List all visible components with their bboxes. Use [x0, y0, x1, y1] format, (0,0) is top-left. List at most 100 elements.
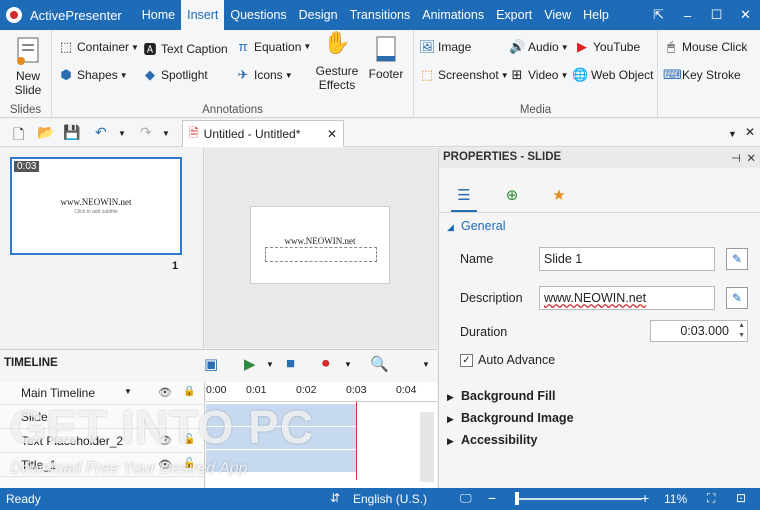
undo-dropdown-icon[interactable]: ▼: [118, 129, 126, 138]
zoom-in-icon[interactable]: +: [641, 490, 649, 506]
mouse-click-button[interactable]: 🖱 Mouse Click: [663, 39, 747, 55]
duration-stepper[interactable]: 0:03.000 ▲ ▼: [650, 320, 748, 342]
timeline-row[interactable]: Slide: [0, 406, 205, 429]
interactivity-tab-icon[interactable]: ★: [548, 186, 570, 208]
background-image-section[interactable]: ▶ Background Image: [447, 411, 574, 425]
language-indicator[interactable]: English (U.S.): [353, 492, 427, 506]
close-tab-icon[interactable]: ✕: [327, 127, 337, 141]
menu-insert[interactable]: Insert: [181, 0, 225, 30]
timeline-scrollbar[interactable]: [420, 412, 434, 482]
menu-design[interactable]: Design: [293, 0, 344, 30]
record-dropdown-icon[interactable]: ▼: [344, 360, 352, 369]
pin-icon[interactable]: ⊣: [731, 151, 741, 165]
slide-title-text[interactable]: www.NEOWIN.net: [251, 236, 389, 246]
audio-button[interactable]: 🔊 Audio ▼: [509, 39, 569, 55]
menu-view[interactable]: View: [538, 0, 577, 30]
maximize-icon[interactable]: ☐: [702, 0, 731, 30]
play-dropdown-icon[interactable]: ▼: [266, 360, 274, 369]
timeline-options-icon[interactable]: ▼: [422, 360, 430, 369]
menu-export[interactable]: Export: [490, 0, 538, 30]
undo-icon[interactable]: ↶: [95, 124, 107, 141]
background-fill-section[interactable]: ▶ Background Fill: [447, 389, 555, 403]
open-folder-icon[interactable]: 📂: [37, 124, 54, 141]
youtube-button[interactable]: ▶ YouTube: [574, 39, 640, 55]
timeline-row[interactable]: Main Timeline ▼ 👁 🔒: [0, 382, 205, 405]
timeline-row[interactable]: Text Placeholder_2 👁 🔓: [0, 430, 205, 453]
timeline-tracks[interactable]: 0:00 0:01 0:02 0:03 0:04: [206, 382, 437, 489]
slide-editor[interactable]: www.NEOWIN.net: [250, 206, 390, 284]
redo-icon[interactable]: ↷: [140, 124, 152, 141]
screenshot-button[interactable]: ⬚ Screenshot ▼: [419, 67, 509, 83]
menu-questions[interactable]: Questions: [224, 0, 292, 30]
placeholder-track-bar[interactable]: [206, 427, 356, 449]
new-slide-button[interactable]: New Slide: [8, 36, 48, 97]
play-icon[interactable]: ▶: [244, 355, 256, 373]
save-icon[interactable]: 💾: [63, 124, 80, 141]
gesture-effects-button[interactable]: ✋ Gesture Effects: [312, 32, 362, 93]
eye-icon[interactable]: 👁: [158, 458, 172, 471]
timeline-row[interactable]: Title_1 👁 🔓: [0, 454, 205, 477]
footer-button[interactable]: Footer: [366, 36, 406, 81]
close-document-icon[interactable]: ✕: [745, 125, 755, 139]
menu-help[interactable]: Help: [577, 0, 615, 30]
name-edit-button[interactable]: ✎: [726, 248, 748, 270]
menu-transitions[interactable]: Transitions: [344, 0, 417, 30]
eye-icon[interactable]: 👁: [158, 386, 172, 399]
name-input[interactable]: Slide 1: [539, 247, 715, 271]
menu-home[interactable]: Home: [136, 0, 181, 30]
fullscreen-icon[interactable]: ⛶: [707, 491, 715, 506]
spell-check-icon[interactable]: ⇵: [330, 491, 340, 505]
new-file-icon[interactable]: 🗋: [13, 124, 24, 148]
unlock-icon[interactable]: 🔓: [183, 458, 195, 469]
lock-icon[interactable]: 🔒: [183, 386, 195, 397]
timeline-ruler[interactable]: 0:00 0:01 0:02 0:03 0:04: [206, 382, 437, 402]
unlock-icon[interactable]: 🔓: [183, 434, 195, 445]
fit-screen-icon[interactable]: 🖵: [460, 491, 472, 506]
slide-duration-badge: 0:03: [14, 161, 40, 172]
ribbon-options-icon[interactable]: ⇱: [644, 0, 673, 30]
screenshot-icon: ⬚: [420, 67, 434, 82]
redo-dropdown-icon[interactable]: ▼: [162, 129, 170, 138]
shapes-button[interactable]: ⬢ Shapes ▼: [58, 67, 127, 83]
tab-list-dropdown-icon[interactable]: ▼: [728, 129, 737, 139]
accessibility-section[interactable]: ▶ Accessibility: [447, 433, 537, 447]
text-caption-button[interactable]: 🅰 Text Caption: [142, 39, 227, 58]
spotlight-button[interactable]: ◆ Spotlight: [142, 67, 208, 83]
chevron-down-icon[interactable]: ▼: [124, 387, 132, 396]
eye-icon[interactable]: 👁: [158, 434, 172, 447]
close-panel-icon[interactable]: ✕: [746, 151, 756, 165]
zoom-slider-thumb[interactable]: [515, 492, 519, 505]
description-edit-button[interactable]: ✎: [726, 287, 748, 309]
spotlight-icon: ◆: [145, 67, 155, 82]
close-icon[interactable]: ✕: [731, 0, 760, 30]
general-section-header[interactable]: ◢ General: [447, 219, 505, 233]
equation-button[interactable]: π Equation ▼: [235, 39, 312, 54]
key-stroke-button[interactable]: ⌨ Key Stroke: [663, 67, 741, 83]
size-position-tab-icon[interactable]: ⊕: [501, 186, 523, 208]
fit-window-icon[interactable]: ⊡: [736, 491, 746, 505]
text-placeholder[interactable]: [265, 247, 377, 262]
container-button[interactable]: ⬚ Container ▼: [58, 39, 139, 55]
stop-icon[interactable]: ■: [286, 355, 295, 372]
properties-tab-icon[interactable]: ☰: [453, 186, 475, 208]
record-icon[interactable]: ⏺: [322, 355, 330, 372]
menu-animations[interactable]: Animations: [416, 0, 490, 30]
web-object-button[interactable]: 🌐 Web Object: [572, 67, 653, 83]
playhead[interactable]: [356, 402, 357, 480]
auto-advance-checkbox[interactable]: ✓: [460, 354, 473, 367]
icons-button[interactable]: ✈ Icons ▼: [235, 67, 293, 83]
spinner-icon[interactable]: ▲ ▼: [738, 321, 745, 341]
slide-track-bar[interactable]: [206, 404, 356, 426]
zoom-out-icon[interactable]: −: [488, 490, 496, 506]
title-track-bar[interactable]: [206, 450, 356, 472]
description-input[interactable]: www.NEOWIN.net: [539, 286, 715, 310]
zoom-icon[interactable]: 🔍: [370, 355, 389, 373]
video-button[interactable]: ⊞ Video ▼: [509, 67, 569, 83]
document-tab[interactable]: 🗎 Untitled - Untitled* ✕: [182, 120, 344, 147]
minimize-icon[interactable]: –: [673, 0, 702, 30]
divider: [439, 212, 760, 213]
slide-thumbnail[interactable]: 0:03 www.NEOWIN.net Click to add subtitl…: [10, 157, 182, 255]
timeline-view-icon[interactable]: ▣: [204, 355, 218, 373]
zoom-slider[interactable]: [518, 498, 642, 500]
image-button[interactable]: 🖼 Image: [419, 39, 471, 55]
